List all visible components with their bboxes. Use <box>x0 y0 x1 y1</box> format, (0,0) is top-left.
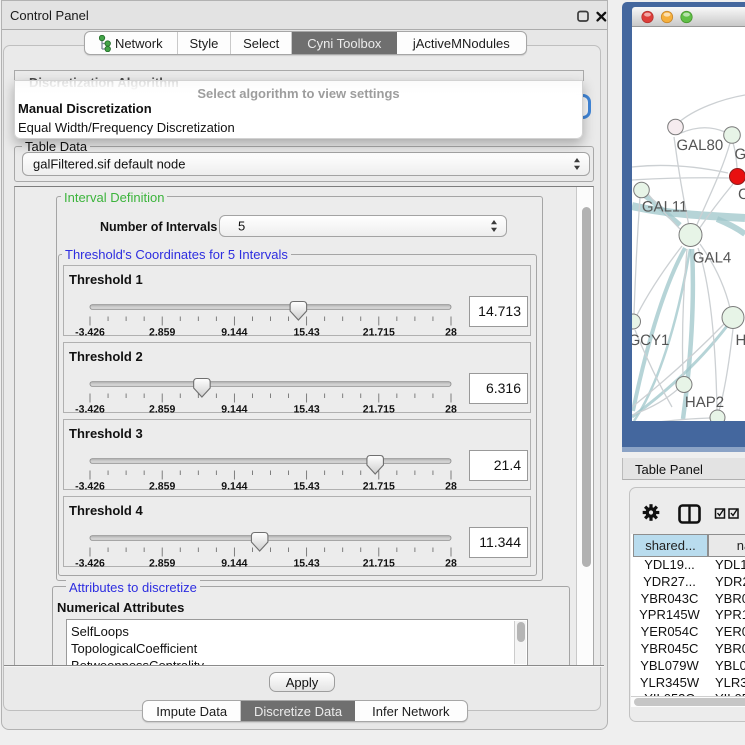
svg-text:21.715: 21.715 <box>363 327 395 338</box>
svg-text:2.859: 2.859 <box>149 327 175 338</box>
svg-text:GAL4: GAL4 <box>693 249 731 266</box>
svg-text:CDC6: CDC6 <box>738 186 745 203</box>
svg-text:2.859: 2.859 <box>149 558 175 569</box>
svg-text:GAL11: GAL11 <box>642 198 688 215</box>
svg-text:-3.426: -3.426 <box>75 481 105 492</box>
svg-text:21.715: 21.715 <box>363 558 395 569</box>
svg-text:15.43: 15.43 <box>293 404 319 415</box>
svg-text:HAP2: HAP2 <box>685 394 724 411</box>
svg-text:HIS4: HIS4 <box>736 332 745 349</box>
svg-text:2.859: 2.859 <box>149 404 175 415</box>
svg-text:-3.426: -3.426 <box>75 327 105 338</box>
svg-text:9.144: 9.144 <box>221 327 247 338</box>
svg-text:15.43: 15.43 <box>293 558 319 569</box>
svg-text:9.144: 9.144 <box>221 558 247 569</box>
svg-text:28: 28 <box>445 481 457 492</box>
svg-text:-3.426: -3.426 <box>75 404 105 415</box>
svg-text:9.144: 9.144 <box>221 481 247 492</box>
svg-text:GCY1: GCY1 <box>632 332 669 349</box>
svg-text:-3.426: -3.426 <box>75 558 105 569</box>
svg-text:9.144: 9.144 <box>221 404 247 415</box>
svg-text:15.43: 15.43 <box>293 327 319 338</box>
svg-text:GAL80: GAL80 <box>677 137 724 154</box>
svg-text:2.859: 2.859 <box>149 481 175 492</box>
svg-text:21.715: 21.715 <box>363 404 395 415</box>
svg-text:15.43: 15.43 <box>293 481 319 492</box>
svg-text:28: 28 <box>445 558 457 569</box>
svg-text:28: 28 <box>445 404 457 415</box>
svg-text:GAL80: GAL80 <box>735 146 745 163</box>
svg-text:21.715: 21.715 <box>363 481 395 492</box>
svg-text:28: 28 <box>445 327 457 338</box>
